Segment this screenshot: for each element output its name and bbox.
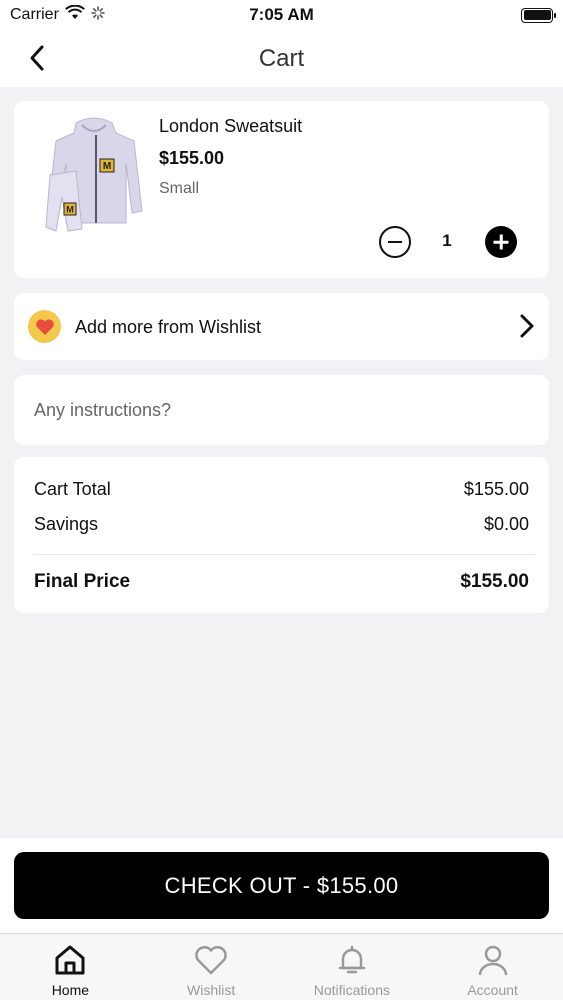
status-left: Carrier <box>10 4 105 25</box>
instructions-input[interactable] <box>34 397 524 423</box>
loading-spinner-icon <box>91 5 105 25</box>
back-button[interactable] <box>22 42 52 74</box>
decrease-quantity-button[interactable] <box>379 226 411 258</box>
svg-text:M: M <box>103 161 111 172</box>
heart-badge <box>28 310 61 343</box>
user-icon <box>478 945 507 976</box>
checkout-area: CHECK OUT - $155.00 <box>0 838 563 933</box>
heart-icon <box>195 945 227 975</box>
tab-account[interactable]: Account <box>422 934 563 1000</box>
cart-total-value: $155.00 <box>463 479 529 499</box>
chevron-right-icon <box>519 313 535 344</box>
tab-account-label: Account <box>467 982 518 998</box>
final-price-label: Final Price <box>34 571 131 592</box>
chevron-left-icon <box>30 45 44 71</box>
final-price-row: Final Price $155.00 <box>34 571 529 593</box>
svg-text:M: M <box>66 205 74 215</box>
wifi-icon <box>65 4 85 25</box>
product-price: $155.00 <box>159 148 225 168</box>
tab-notifications-label: Notifications <box>313 982 390 998</box>
quantity-value: 1 <box>442 231 452 250</box>
product-size: Small <box>159 180 200 197</box>
increase-quantity-button[interactable] <box>485 226 517 258</box>
product-image: M M <box>42 115 148 235</box>
tab-home[interactable]: Home <box>0 934 141 1000</box>
instructions-card <box>14 375 549 445</box>
savings-row: Savings $0.00 <box>34 514 529 535</box>
bell-icon <box>338 945 366 974</box>
cart-total-label: Cart Total <box>34 479 111 499</box>
tab-notifications[interactable]: Notifications <box>282 934 423 1000</box>
nav-bar: Cart <box>0 30 563 87</box>
final-price-value: $155.00 <box>460 571 529 592</box>
product-name: London Sweatsuit <box>159 116 303 136</box>
tab-wishlist[interactable]: Wishlist <box>141 934 282 1000</box>
tab-bar: Home Wishlist Notifications Account <box>0 933 563 1000</box>
cart-item-card: M M London Sweatsuit $155.00 Small 1 <box>14 101 549 278</box>
checkout-button[interactable]: CHECK OUT - $155.00 <box>14 852 549 919</box>
wishlist-link-label: Add more from Wishlist <box>75 317 262 337</box>
carrier-label: Carrier <box>10 6 59 23</box>
status-bar: Carrier 7:05 AM <box>0 0 563 30</box>
tab-wishlist-label: Wishlist <box>187 982 236 998</box>
savings-label: Savings <box>34 514 99 534</box>
summary-divider <box>34 554 535 555</box>
add-from-wishlist-button[interactable]: Add more from Wishlist <box>14 293 549 360</box>
page-title: Cart <box>258 44 305 72</box>
battery-icon <box>521 7 556 23</box>
cart-total-row: Cart Total $155.00 <box>34 479 529 500</box>
savings-value: $0.00 <box>483 514 529 534</box>
price-summary-card: Cart Total $155.00 Savings $0.00 Final P… <box>14 457 549 613</box>
minus-icon <box>388 241 402 243</box>
heart-icon <box>35 318 54 335</box>
home-icon <box>55 945 85 975</box>
tab-home-label: Home <box>51 982 90 998</box>
